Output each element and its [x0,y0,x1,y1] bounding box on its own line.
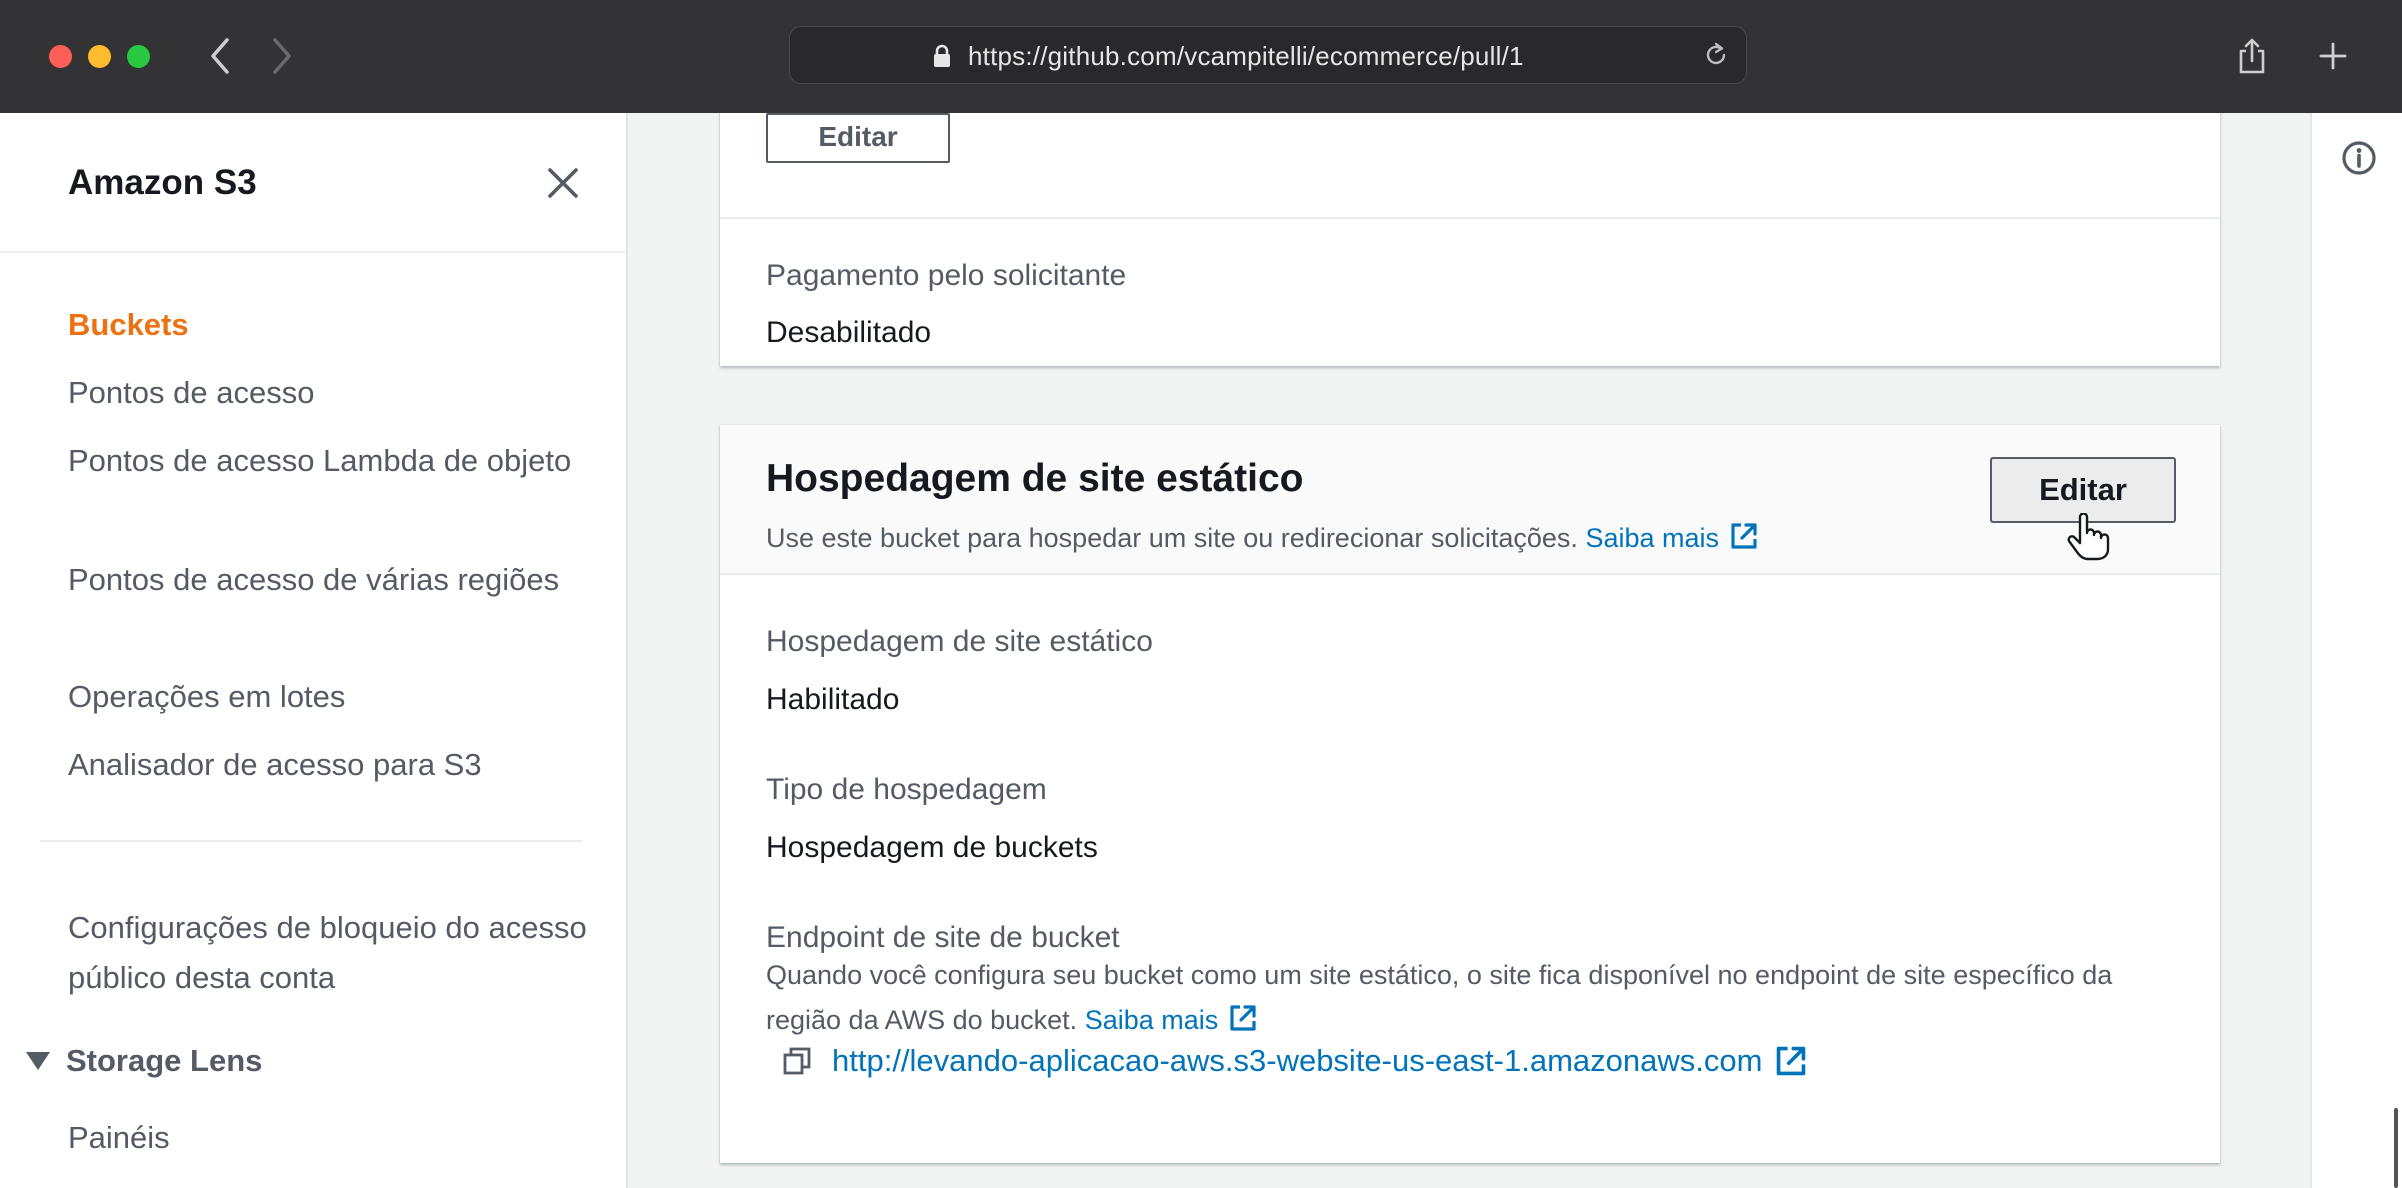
minimize-window-button[interactable] [88,45,111,68]
url-text: https://github.com/vcampitelli/ecommerce… [968,41,1524,71]
sidebar: Amazon S3 Buckets Pontos de acesso Ponto… [0,113,628,1188]
close-window-button[interactable] [49,45,72,68]
external-link-icon[interactable] [1228,1003,1258,1033]
forward-button[interactable] [260,30,304,82]
tools-rail [2310,113,2402,1188]
browser-toolbar: https://github.com/vcampitelli/ecommerce… [0,0,2402,113]
description-text: Use este bucket para hospedar um site ou… [766,523,1578,553]
requester-pays-card: Editar Pagamento pelo solicitante Desabi… [720,113,2220,366]
endpoint-label: Endpoint de site de bucket [766,921,1120,954]
copy-icon[interactable] [782,1046,812,1076]
address-bar[interactable]: https://github.com/vcampitelli/ecommerce… [789,26,1747,84]
sidebar-divider [40,840,582,842]
zoom-window-button[interactable] [127,45,150,68]
caret-down-icon [26,1052,50,1070]
external-link-icon[interactable] [1774,1044,1808,1078]
endpoint-description: Quando você configura seu bucket como um… [766,953,2166,1043]
hand-pointer-icon [2067,513,2110,561]
close-sidebar-button[interactable] [540,160,586,206]
static-hosting-value: Habilitado [766,683,900,716]
new-tab-button[interactable] [2307,30,2359,82]
share-button[interactable] [2226,30,2278,82]
sidebar-item-dashboards[interactable]: Painéis [68,1113,588,1163]
plus-icon [2319,42,2347,70]
chevron-left-icon [211,38,229,74]
sidebar-item-access-points[interactable]: Pontos de acesso [68,368,588,418]
requester-pays-edit-button[interactable]: Editar [766,113,950,163]
learn-more-link[interactable]: Saiba mais [1585,523,1719,553]
sidebar-title: Amazon S3 [68,163,257,202]
chevron-right-icon [273,38,291,74]
static-website-hosting-card: Hospedagem de site estático Use este buc… [720,425,2220,1163]
lock-icon [934,44,950,67]
close-icon [548,168,578,198]
hosting-type-value: Hospedagem de buckets [766,831,1098,864]
sidebar-header: Amazon S3 [0,113,626,253]
share-icon [2239,38,2265,74]
storage-lens-section[interactable]: Storage Lens [26,1043,262,1079]
info-icon[interactable] [2340,139,2378,177]
sidebar-item-batch-operations[interactable]: Operações em lotes [68,672,588,722]
sidebar-item-buckets[interactable]: Buckets [68,300,588,350]
card-description: Use este bucket para hospedar um site ou… [766,521,1759,554]
storage-lens-title: Storage Lens [66,1043,263,1078]
back-button[interactable] [198,30,242,82]
sidebar-item-multi-region-access-points[interactable]: Pontos de acesso de várias regiões [68,555,588,605]
endpoint-learn-more-link[interactable]: Saiba mais [1085,1005,1219,1035]
endpoint-url-link[interactable]: http://levando-aplicacao-aws.s3-website-… [832,1043,1762,1079]
scrollbar-thumb[interactable] [2394,1108,2398,1188]
main-content: Editar Pagamento pelo solicitante Desabi… [628,113,2310,1188]
sidebar-item-block-public-access[interactable]: Configurações de bloqueio do acesso públ… [68,903,588,1003]
hosting-type-label: Tipo de hospedagem [766,773,1047,806]
card-title: Hospedagem de site estático [766,457,1304,500]
reload-icon[interactable] [1702,41,1730,69]
external-link-icon[interactable] [1729,521,1759,551]
card-divider [720,217,2220,219]
endpoint-row: http://levando-aplicacao-aws.s3-website-… [782,1043,1808,1079]
sidebar-item-access-analyzer[interactable]: Analisador de acesso para S3 [68,740,588,790]
endpoint-description-text: Quando você configura seu bucket como um… [766,960,2113,1035]
sidebar-item-object-lambda-access-points[interactable]: Pontos de acesso Lambda de objeto [68,436,588,486]
requester-pays-label: Pagamento pelo solicitante [766,259,1127,292]
card-header: Hospedagem de site estático Use este buc… [720,425,2220,575]
static-hosting-label: Hospedagem de site estático [766,625,1153,658]
requester-pays-value: Desabilitado [766,316,932,349]
